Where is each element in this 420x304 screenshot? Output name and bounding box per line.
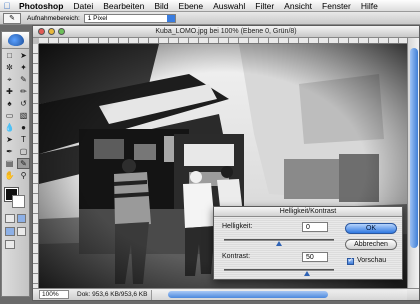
menu-auswahl[interactable]: Auswahl bbox=[208, 1, 250, 11]
status-bar: 100% Dok: 953,6 KB/953,6 KB bbox=[33, 288, 419, 300]
brightness-slider-thumb[interactable] bbox=[276, 241, 282, 246]
toolbox: □ ➤ ✼ ✦ ⌖ ✎ ✚ ✏ ♠ ↺ ▭ ▧ 💧 ● ➤ T ✒ ▢ ▤ ✎ … bbox=[1, 31, 30, 297]
jump-to-imageready-button[interactable] bbox=[5, 240, 15, 249]
healing-brush-icon[interactable]: ✚ bbox=[3, 86, 16, 97]
background-color-swatch[interactable] bbox=[12, 195, 25, 208]
quickmask-mode-button[interactable] bbox=[16, 214, 26, 223]
zoom-field[interactable]: 100% bbox=[39, 290, 69, 299]
blur-tool-icon[interactable]: 💧 bbox=[3, 122, 16, 133]
toolbox-header[interactable] bbox=[2, 32, 29, 49]
pen-tool-icon[interactable]: ✒ bbox=[3, 146, 16, 157]
vertical-scroll-thumb[interactable] bbox=[410, 48, 418, 248]
menu-ebene[interactable]: Ebene bbox=[174, 1, 209, 11]
eraser-tool-icon[interactable]: ▭ bbox=[3, 110, 16, 121]
horizontal-scroll-thumb[interactable] bbox=[168, 291, 328, 298]
gradient-tool-icon[interactable]: ▧ bbox=[17, 110, 30, 121]
shape-tool-icon[interactable]: ▢ bbox=[17, 146, 30, 157]
photoshop-feather-icon bbox=[7, 34, 24, 46]
options-bar: ✎ Aufnahmebereich: 1 Pixel bbox=[0, 12, 420, 25]
jump-row bbox=[2, 238, 29, 251]
horizontal-scrollbar[interactable] bbox=[151, 290, 407, 300]
menu-bearbeiten[interactable]: Bearbeiten bbox=[98, 1, 149, 11]
dialog-title[interactable]: Helligkeit/Kontrast bbox=[214, 207, 402, 217]
clone-stamp-icon[interactable]: ♠ bbox=[3, 98, 16, 109]
hand-tool-icon[interactable]: ✋ bbox=[3, 170, 16, 181]
app-menu[interactable]: Photoshop bbox=[14, 1, 68, 11]
vertical-scrollbar[interactable] bbox=[407, 38, 419, 288]
document-size-info[interactable]: Dok: 953,6 KB/953,6 KB bbox=[77, 291, 147, 298]
menu-datei[interactable]: Datei bbox=[68, 1, 98, 11]
desktop:  Photoshop Datei Bearbeiten Bild Ebene … bbox=[0, 0, 420, 304]
history-brush-icon[interactable]: ↺ bbox=[17, 98, 30, 109]
ok-button[interactable]: OK bbox=[345, 223, 397, 234]
menu-bar:  Photoshop Datei Bearbeiten Bild Ebene … bbox=[0, 0, 420, 12]
mask-mode-row bbox=[2, 212, 29, 225]
cancel-button[interactable]: Abbrechen bbox=[345, 239, 397, 250]
preview-checkbox[interactable]: ✓ bbox=[347, 258, 354, 265]
contrast-field[interactable]: 50 bbox=[302, 252, 328, 262]
menu-hilfe[interactable]: Hilfe bbox=[356, 1, 383, 11]
sample-size-label: Aufnahmebereich: bbox=[27, 14, 80, 22]
menu-fenster[interactable]: Fenster bbox=[317, 1, 356, 11]
tool-grid: □ ➤ ✼ ✦ ⌖ ✎ ✚ ✏ ♠ ↺ ▭ ▧ 💧 ● ➤ T ✒ ▢ ▤ ✎ … bbox=[2, 49, 30, 182]
notes-tool-icon[interactable]: ▤ bbox=[3, 158, 16, 169]
preview-label: Vorschau bbox=[357, 257, 387, 264]
contrast-slider-thumb[interactable] bbox=[304, 271, 310, 276]
brightness-field[interactable]: 0 bbox=[302, 222, 328, 232]
slice-tool-icon[interactable]: ✎ bbox=[17, 74, 30, 85]
standard-screen-button[interactable] bbox=[5, 227, 15, 236]
eyedropper-preset-icon[interactable]: ✎ bbox=[3, 12, 21, 24]
crop-tool-icon[interactable]: ⌖ bbox=[3, 74, 16, 85]
document-title: Kuba_LOMO.jpg bei 100% (Ebene 0, Grün/8) bbox=[155, 28, 297, 35]
move-tool-icon[interactable]: ➤ bbox=[17, 50, 30, 61]
menu-bild[interactable]: Bild bbox=[149, 1, 173, 11]
color-swatches bbox=[2, 186, 29, 212]
brightness-label: Helligkeit: bbox=[222, 223, 253, 230]
standard-mode-button[interactable] bbox=[5, 214, 15, 223]
contrast-slider-track[interactable] bbox=[224, 269, 334, 271]
document-title-bar[interactable]: Kuba_LOMO.jpg bei 100% (Ebene 0, Grün/8) bbox=[33, 26, 419, 38]
screen-mode-row bbox=[2, 225, 29, 238]
full-screen-menu-button[interactable] bbox=[16, 227, 26, 236]
dodge-tool-icon[interactable]: ● bbox=[17, 122, 30, 133]
zoom-tool-icon[interactable]: ⚲ bbox=[17, 170, 30, 181]
path-select-icon[interactable]: ➤ bbox=[3, 134, 16, 145]
menu-ansicht[interactable]: Ansicht bbox=[279, 1, 317, 11]
menu-filter[interactable]: Filter bbox=[250, 1, 279, 11]
brush-tool-icon[interactable]: ✏ bbox=[17, 86, 30, 97]
contrast-label: Kontrast: bbox=[222, 253, 251, 260]
marquee-tool-icon[interactable]: □ bbox=[3, 50, 16, 61]
dialog-body: Helligkeit: 0 Kontrast: 50 OK Abbrechen … bbox=[214, 217, 402, 279]
magic-wand-tool-icon[interactable]: ✦ bbox=[17, 62, 30, 73]
sample-size-select[interactable]: 1 Pixel bbox=[83, 13, 176, 23]
brightness-contrast-dialog: Helligkeit/Kontrast Helligkeit: 0 Kontra… bbox=[213, 206, 403, 280]
lasso-tool-icon[interactable]: ✼ bbox=[3, 62, 16, 73]
eyedropper-tool-icon[interactable]: ✎ bbox=[17, 158, 30, 169]
type-tool-icon[interactable]: T bbox=[17, 134, 30, 145]
apple-menu-icon[interactable]:  bbox=[0, 1, 14, 11]
